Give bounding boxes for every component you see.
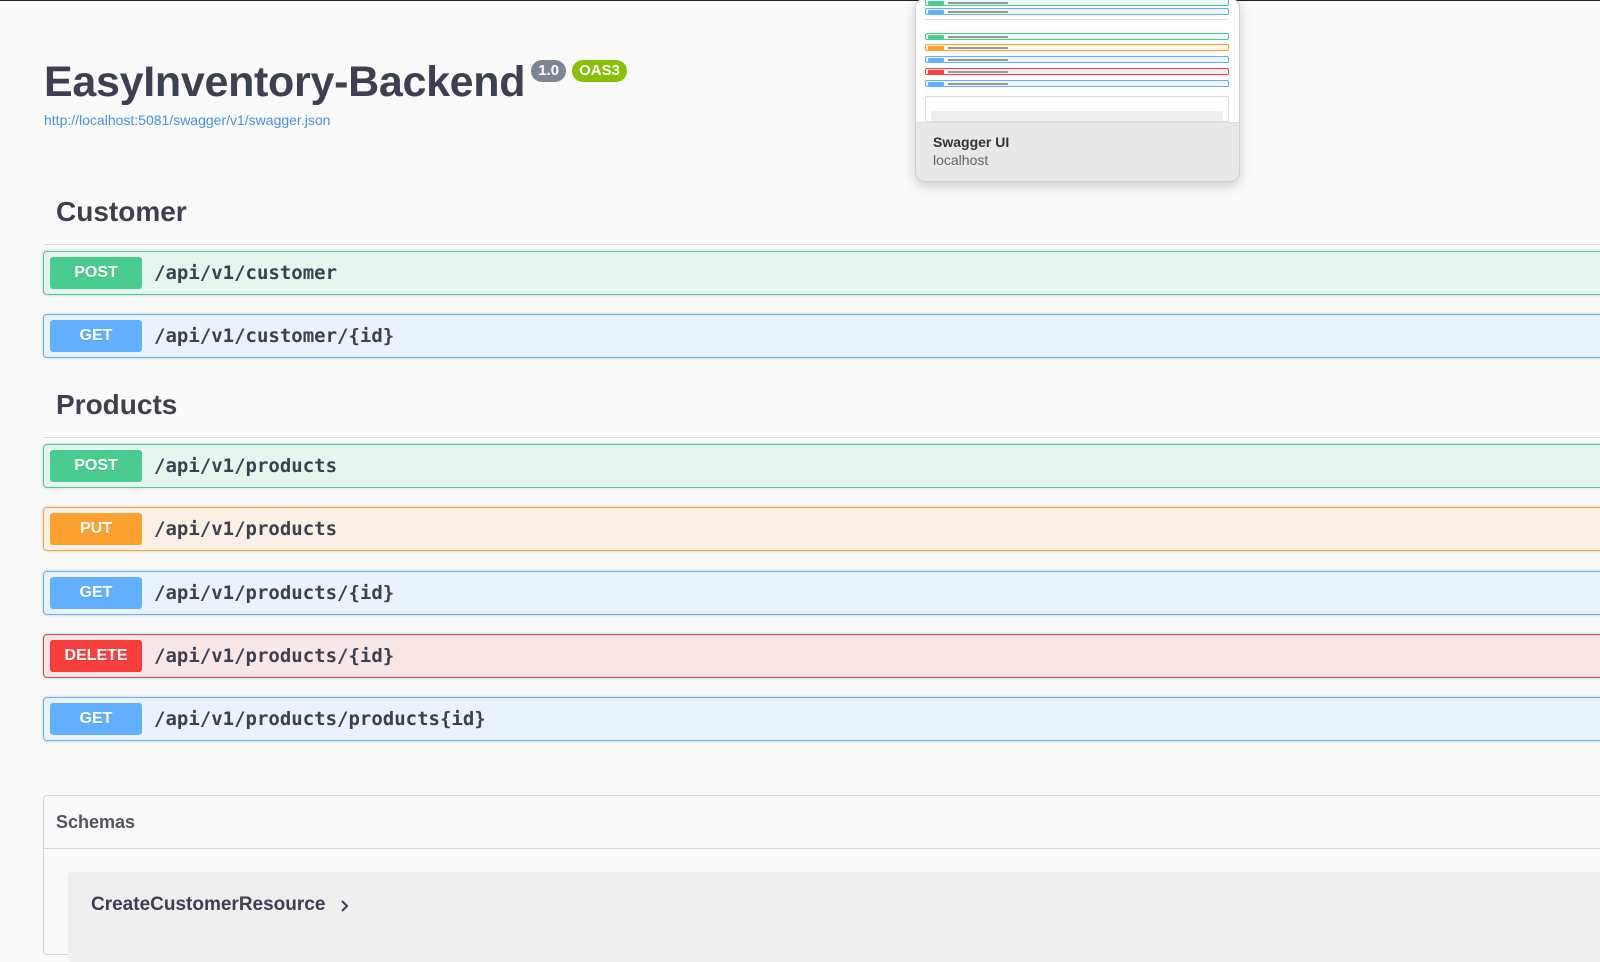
mini-operation-row <box>925 44 1229 51</box>
mini-operation-row <box>925 33 1229 40</box>
oas-badge: OAS3 <box>572 60 627 82</box>
tab-preview-title: Swagger UI <box>933 134 1010 150</box>
api-title: EasyInventory-Backend <box>44 58 526 106</box>
method-badge: POST <box>50 450 142 482</box>
mini-divider <box>925 19 1229 20</box>
operation-post-customer[interactable]: POST /api/v1/customer <box>43 251 1600 295</box>
operation-path: /api/v1/products <box>154 518 338 540</box>
method-badge: GET <box>50 577 142 609</box>
operation-path: /api/v1/customer <box>154 262 338 284</box>
operation-get-customer-id[interactable]: GET /api/v1/customer/{id} <box>43 314 1600 358</box>
tag-customer-header[interactable]: Customer <box>44 196 1600 245</box>
method-badge: PUT <box>50 513 142 545</box>
operation-put-products[interactable]: PUT /api/v1/products <box>43 507 1600 551</box>
schemas-section: Schemas CreateCustomerResource <box>43 795 1600 962</box>
operation-path: /api/v1/products <box>154 455 338 477</box>
schema-item-create-customer-resource[interactable]: CreateCustomerResource <box>68 872 1600 962</box>
method-badge: DELETE <box>50 640 142 672</box>
operation-post-products[interactable]: POST /api/v1/products <box>43 444 1600 488</box>
mini-operation-row <box>925 8 1229 15</box>
mini-operation-row <box>925 56 1229 63</box>
window-top-border <box>0 0 1600 1</box>
schemas-title: Schemas <box>56 811 136 832</box>
api-info: EasyInventory-Backend 1.0 OAS3 http://lo… <box>44 56 627 128</box>
spec-url-link[interactable]: http://localhost:5081/swagger/v1/swagger… <box>44 112 627 128</box>
mini-operation-row <box>925 0 1229 6</box>
method-badge: GET <box>50 320 142 352</box>
version-badge: 1.0 <box>531 60 567 82</box>
tag-products-header[interactable]: Products <box>44 389 1600 438</box>
operation-path: /api/v1/customer/{id} <box>154 325 395 347</box>
operation-path: /api/v1/products/products{id} <box>154 708 486 730</box>
method-badge: POST <box>50 257 142 289</box>
mini-operation-row <box>925 68 1229 75</box>
schemas-header[interactable]: Schemas <box>44 796 1600 849</box>
operation-get-products-products-id[interactable]: GET /api/v1/products/products{id} <box>43 697 1600 741</box>
tab-preview-host: localhost <box>933 152 989 168</box>
operation-get-products-id[interactable]: GET /api/v1/products/{id} <box>43 571 1600 615</box>
chevron-right-icon <box>341 900 349 912</box>
mini-schemas-box <box>925 96 1229 122</box>
tab-preview-thumbnail <box>916 0 1239 123</box>
tab-hover-preview: Swagger UI localhost <box>915 0 1240 182</box>
tag-products-title: Products <box>56 389 178 420</box>
method-badge: GET <box>50 703 142 735</box>
schema-name: CreateCustomerResource <box>91 894 326 915</box>
operation-path: /api/v1/products/{id} <box>154 582 395 604</box>
mini-operation-row <box>925 80 1229 87</box>
operation-path: /api/v1/products/{id} <box>154 645 395 667</box>
tag-customer-title: Customer <box>56 196 187 227</box>
operation-delete-products-id[interactable]: DELETE /api/v1/products/{id} <box>43 634 1600 678</box>
